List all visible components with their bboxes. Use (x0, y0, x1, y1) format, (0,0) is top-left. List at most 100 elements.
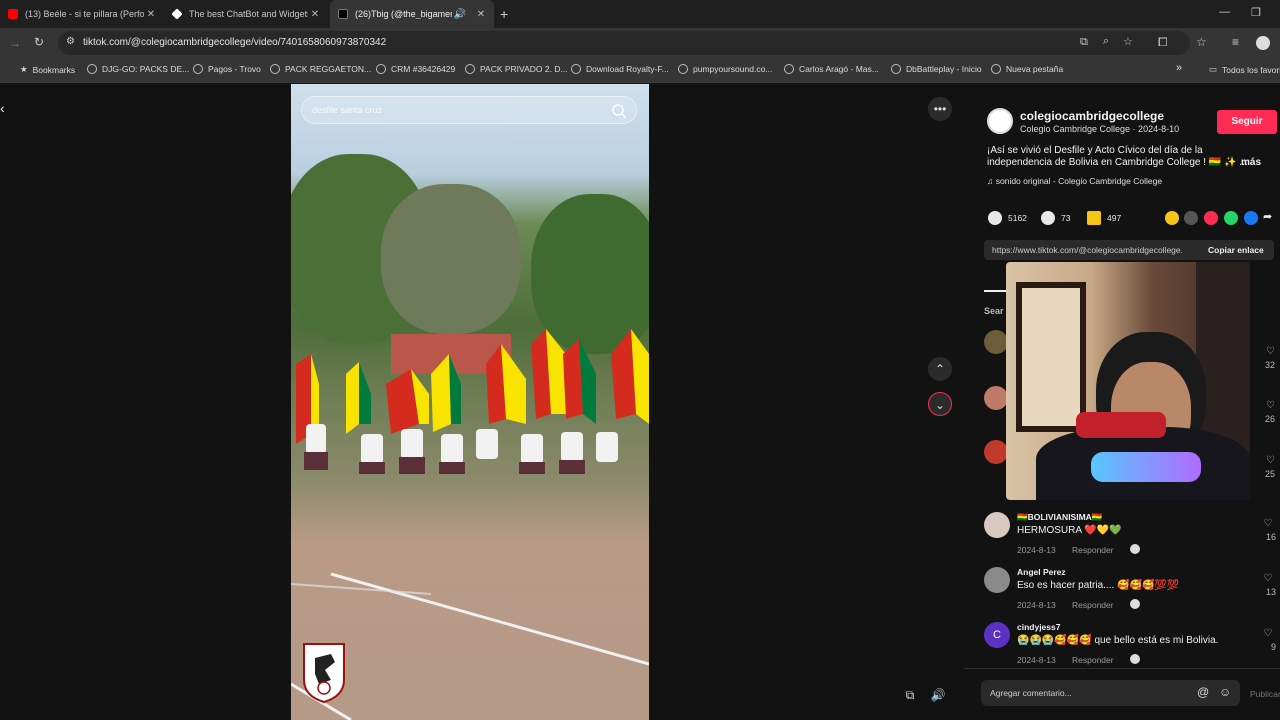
bookmark-item[interactable]: Carlos Aragó - Mas... (784, 64, 879, 74)
volume-icon[interactable]: 🔊 (926, 683, 950, 707)
site-info-icon[interactable]: ⚙ (66, 36, 75, 47)
previous-video-icon[interactable]: ⌃ (928, 357, 952, 381)
reply-button[interactable]: Responder (1072, 600, 1114, 610)
pip-icon[interactable]: ⧉ (898, 683, 922, 707)
browser-tab-tiktok[interactable]: (26)Tbig (@the_bigamer) | T 🔊 ✕ (330, 0, 494, 28)
publish-button[interactable]: Publicar (1250, 689, 1280, 699)
heart-outline-icon[interactable]: ♡ (1266, 455, 1275, 466)
bookmark-item[interactable]: pumpyoursound.co... (678, 64, 772, 74)
creator-display-line: Colegio Cambridge College · 2024-8-10 (1020, 124, 1180, 134)
maximize-icon[interactable]: ❐ (1251, 6, 1261, 19)
comment-avatar[interactable] (984, 330, 1008, 354)
likes-count: 5162 (1008, 213, 1027, 223)
bookmark-item[interactable]: CRM #36426429 (376, 64, 455, 74)
emoji-share-icon[interactable] (1165, 211, 1179, 225)
video-player[interactable]: desfile santa cruz (291, 84, 649, 720)
comment-avatar[interactable]: C (984, 622, 1010, 648)
bookmark-item[interactable]: ★ Bookmarks (20, 64, 75, 75)
emoji-icon[interactable]: ☺ (1219, 685, 1231, 699)
search-icon[interactable] (610, 102, 628, 120)
comment-username[interactable]: cindyjess7 (1017, 622, 1060, 632)
reply-button[interactable]: Responder (1072, 545, 1114, 555)
comment-avatar[interactable] (984, 567, 1010, 593)
comment-avatar[interactable] (984, 440, 1008, 464)
audio-playing-icon[interactable]: 🔊 (452, 9, 468, 20)
star-icon[interactable]: ☆ (1123, 35, 1133, 48)
bookmark-item[interactable]: PACK PRIVADO 2. D... (465, 64, 568, 74)
heart-outline-icon[interactable]: ♡ (1262, 628, 1274, 639)
tiktok-page: ‹ desfile santa cruz ••• ⌃ ⌄ ⧉ 🔊 colegio… (0, 84, 1280, 720)
browser-tab-chatbot[interactable]: The best ChatBot and Widgets ✕ (164, 0, 328, 28)
embed-icon[interactable] (1184, 211, 1198, 225)
heart-outline-icon[interactable]: ♡ (1266, 400, 1275, 411)
add-comment-placeholder[interactable]: Agregar comentario... (990, 688, 1072, 698)
bookmark-label: CRM #36426429 (391, 64, 456, 74)
bookmark-item[interactable]: Nueva pestaña (991, 64, 1063, 74)
copy-link-box[interactable]: https://www.tiktok.com/@colegiocambridge… (984, 240, 1274, 260)
creator-liked-icon (1130, 599, 1140, 609)
whatsapp-icon[interactable] (1224, 211, 1238, 225)
creator-avatar[interactable] (987, 108, 1013, 134)
bookmark-item[interactable]: Download Royalty-F... (571, 64, 669, 74)
zoom-icon[interactable]: ⌕ (1103, 35, 1109, 48)
comment-avatar[interactable] (984, 386, 1008, 410)
back-arrow-icon[interactable]: ‹ (0, 100, 5, 116)
add-comment-input[interactable]: Agregar comentario... @ ☺ (981, 680, 1240, 706)
comment-date: 2024-8-13 (1017, 600, 1056, 610)
next-video-icon[interactable]: ⌄ (928, 392, 952, 416)
heart-outline-icon[interactable]: ♡ (1262, 573, 1274, 584)
profile-avatar[interactable] (1256, 36, 1270, 50)
close-tab-icon[interactable]: ✕ (144, 9, 158, 20)
new-tab-button[interactable]: + (500, 6, 508, 22)
comment-username[interactable]: 🇧🇴BOLIVIANISIMA🇧🇴 (1017, 512, 1102, 523)
comment-date: 2024-8-13 (1017, 545, 1056, 555)
video-search-text[interactable]: desfile santa cruz (312, 105, 382, 115)
install-app-icon[interactable]: ⧉ (1080, 36, 1088, 49)
youtube-icon (8, 9, 18, 19)
like-stat[interactable]: 5162 (988, 211, 1027, 225)
comments-count: 73 (1061, 213, 1071, 223)
bookmark-item[interactable]: Pagos - Trovo (193, 64, 261, 74)
bookmarks-star-icon[interactable]: ☆ (1196, 35, 1207, 49)
sound-link[interactable]: ♫ sonido original - Colegio Cambridge Co… (987, 176, 1162, 186)
comment-username[interactable]: Angel Perez (1017, 567, 1066, 577)
share-arrow-icon[interactable]: ➦ (1263, 210, 1272, 223)
caption-more-link[interactable]: más (1241, 157, 1261, 168)
bookmark-label: PACK PRIVADO 2. D... (480, 64, 568, 74)
mention-icon[interactable]: @ (1197, 685, 1209, 699)
bookmark-item[interactable]: PACK REGGAETON... (270, 64, 371, 74)
bookmark-item[interactable]: DJG-GO: PACKS DE... (87, 64, 189, 74)
minimize-icon[interactable]: — (1219, 6, 1230, 18)
heart-outline-icon[interactable]: ♡ (1262, 518, 1274, 529)
comment-avatar[interactable] (984, 512, 1010, 538)
all-bookmarks-folder[interactable]: ▭ Todos los favoritos (1209, 64, 1280, 75)
copy-link-button[interactable]: Copiar enlace (1208, 245, 1264, 255)
bookmark-label: Download Royalty-F... (586, 64, 669, 74)
bookmarks-overflow-button[interactable]: » (1176, 62, 1182, 74)
browser-tab-youtube[interactable]: (13) Beéle - si te pillara (Perform ✕ (0, 0, 164, 28)
tab-title: (26)Tbig (@the_bigamer) | T (355, 9, 452, 19)
comment-stat[interactable]: 73 (1041, 211, 1070, 225)
bookmark-label: DJG-GO: PACKS DE... (102, 64, 190, 74)
extensions-icon[interactable]: ⧠ (1158, 35, 1168, 50)
heart-outline-icon[interactable]: ♡ (1266, 346, 1275, 357)
comment-like-count: 25 (1265, 469, 1276, 479)
more-options-icon[interactable]: ••• (928, 97, 952, 121)
media-control-icon[interactable]: ≡ (1232, 35, 1239, 49)
forward-icon[interactable]: → (9, 36, 21, 50)
reply-button[interactable]: Responder (1072, 655, 1114, 665)
save-stat[interactable]: 497 (1087, 211, 1121, 225)
tab-underline (984, 290, 1006, 292)
comment-like-count: 9 (1270, 642, 1276, 652)
reload-icon[interactable]: ↻ (34, 35, 44, 49)
address-bar[interactable]: ⚙ tiktok.com/@colegiocambridgecollege/vi… (58, 31, 1190, 55)
send-icon[interactable] (1204, 211, 1218, 225)
follow-button[interactable]: Seguir (1217, 110, 1277, 134)
bookmark-item[interactable]: DbBattleplay - Inicio (891, 64, 982, 74)
close-tab-icon[interactable]: ✕ (308, 9, 322, 20)
close-tab-icon[interactable]: ✕ (474, 9, 488, 20)
facebook-icon[interactable] (1244, 211, 1258, 225)
video-search-bar[interactable]: desfile santa cruz (301, 96, 637, 124)
url-text[interactable]: tiktok.com/@colegiocambridgecollege/vide… (83, 37, 386, 48)
creator-username[interactable]: colegiocambridgecollege (1020, 109, 1164, 123)
